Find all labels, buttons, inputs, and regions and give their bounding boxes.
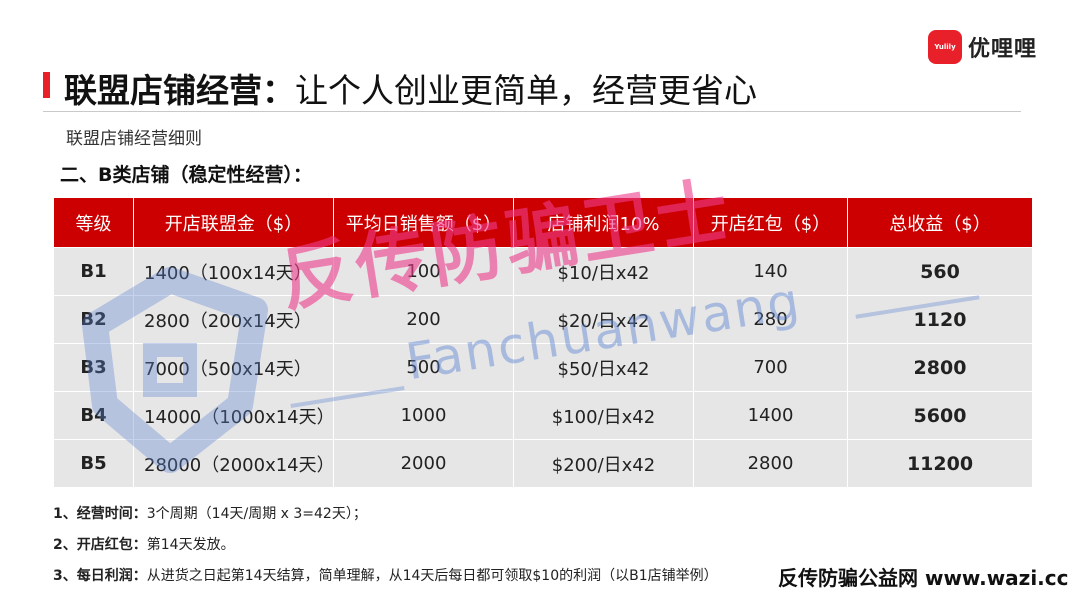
cell-daily-sales: 200 — [333, 295, 514, 344]
cell-fee: 7000（500x14天） — [133, 343, 334, 392]
cell-fee: 1400（100x14天） — [133, 247, 334, 296]
cell-daily-sales: 500 — [333, 343, 514, 392]
cell-profit: $10/日x42 — [513, 247, 694, 296]
note-label: 3、每日利润： — [53, 568, 147, 584]
header-fee: 开店联盟金（$） — [133, 197, 334, 248]
title-divider — [43, 111, 1021, 112]
note-item: 1、经营时间：3个周期（14天/周期 x 3=42天）； — [53, 503, 718, 534]
cell-bonus: 280 — [693, 295, 848, 344]
header-daily-sales: 平均日销售额（$） — [333, 197, 514, 248]
table-row: B5 28000（2000x14天） 2000 $200/日x42 2800 1… — [53, 439, 1033, 488]
note-text: 第14天发放。 — [146, 537, 235, 553]
cell-bonus: 2800 — [693, 439, 848, 488]
cell-profit: $20/日x42 — [513, 295, 694, 344]
store-tier-table: 等级 开店联盟金（$） 平均日销售额（$） 店铺利润10% 开店红包（$） 总收… — [53, 197, 1033, 488]
table-header-row: 等级 开店联盟金（$） 平均日销售额（$） 店铺利润10% 开店红包（$） 总收… — [53, 197, 1033, 248]
cell-bonus: 140 — [693, 247, 848, 296]
cell-level: B1 — [53, 247, 134, 296]
cell-profit: $100/日x42 — [513, 391, 694, 440]
cell-profit: $50/日x42 — [513, 343, 694, 392]
table-row: B4 14000（1000x14天） 1000 $100/日x42 1400 5… — [53, 391, 1033, 440]
cell-bonus: 1400 — [693, 391, 848, 440]
title-main: 联盟店铺经营： — [64, 71, 295, 110]
title-rest: 让个人创业更简单，经营更省心 — [295, 71, 757, 110]
brand-logo: Yulily 优哩哩 — [928, 30, 1037, 64]
cell-profit: $200/日x42 — [513, 439, 694, 488]
table-row: B1 1400（100x14天） 100 $10/日x42 140 560 — [53, 247, 1033, 296]
note-label: 1、经营时间： — [53, 506, 147, 522]
section-heading: 二、B类店铺（稳定性经营）： — [60, 164, 312, 186]
cell-total: 1120 — [847, 295, 1033, 344]
table-row: B2 2800（200x14天） 200 $20/日x42 280 1120 — [53, 295, 1033, 344]
cell-total: 2800 — [847, 343, 1033, 392]
brand-name: 优哩哩 — [968, 37, 1038, 62]
cell-total: 560 — [847, 247, 1033, 296]
brand-badge: Yulily — [928, 30, 962, 64]
note-text: 3个周期（14天/周期 x 3=42天）； — [146, 506, 367, 522]
subtitle: 联盟店铺经营细则 — [66, 129, 202, 149]
header-total: 总收益（$） — [847, 197, 1033, 248]
cell-fee: 14000（1000x14天） — [133, 391, 335, 440]
cell-daily-sales: 100 — [333, 247, 514, 296]
cell-fee: 28000（2000x14天） — [133, 439, 335, 488]
cell-total: 11200 — [847, 439, 1033, 488]
cell-fee: 2800（200x14天） — [133, 295, 334, 344]
table-row: B3 7000（500x14天） 500 $50/日x42 700 2800 — [53, 343, 1033, 392]
cell-daily-sales: 1000 — [333, 391, 514, 440]
cell-total: 5600 — [847, 391, 1033, 440]
cell-level: B4 — [53, 391, 134, 440]
cell-level: B3 — [53, 343, 134, 392]
cell-level: B5 — [53, 439, 134, 488]
notes-list: 1、经营时间：3个周期（14天/周期 x 3=42天）； 2、开店红包：第14天… — [53, 503, 718, 596]
cell-daily-sales: 2000 — [333, 439, 514, 488]
page-title: 联盟店铺经营：让个人创业更简单，经营更省心 — [64, 64, 757, 112]
cell-bonus: 700 — [693, 343, 848, 392]
note-label: 2、开店红包： — [53, 537, 147, 553]
header-profit: 店铺利润10% — [513, 197, 694, 248]
title-accent-bar — [43, 72, 50, 98]
note-item: 2、开店红包：第14天发放。 — [53, 534, 718, 565]
header-bonus: 开店红包（$） — [693, 197, 848, 248]
header-level: 等级 — [53, 197, 134, 248]
watermark-site: 反传防骗公益网 www.wazi.cc — [778, 566, 1069, 590]
note-text: 从进货之日起第14天结算，简单理解，从14天后每日都可领取$10的利润（以B1店… — [146, 568, 718, 584]
note-item: 3、每日利润：从进货之日起第14天结算，简单理解，从14天后每日都可领取$10的… — [53, 565, 718, 596]
cell-level: B2 — [53, 295, 134, 344]
